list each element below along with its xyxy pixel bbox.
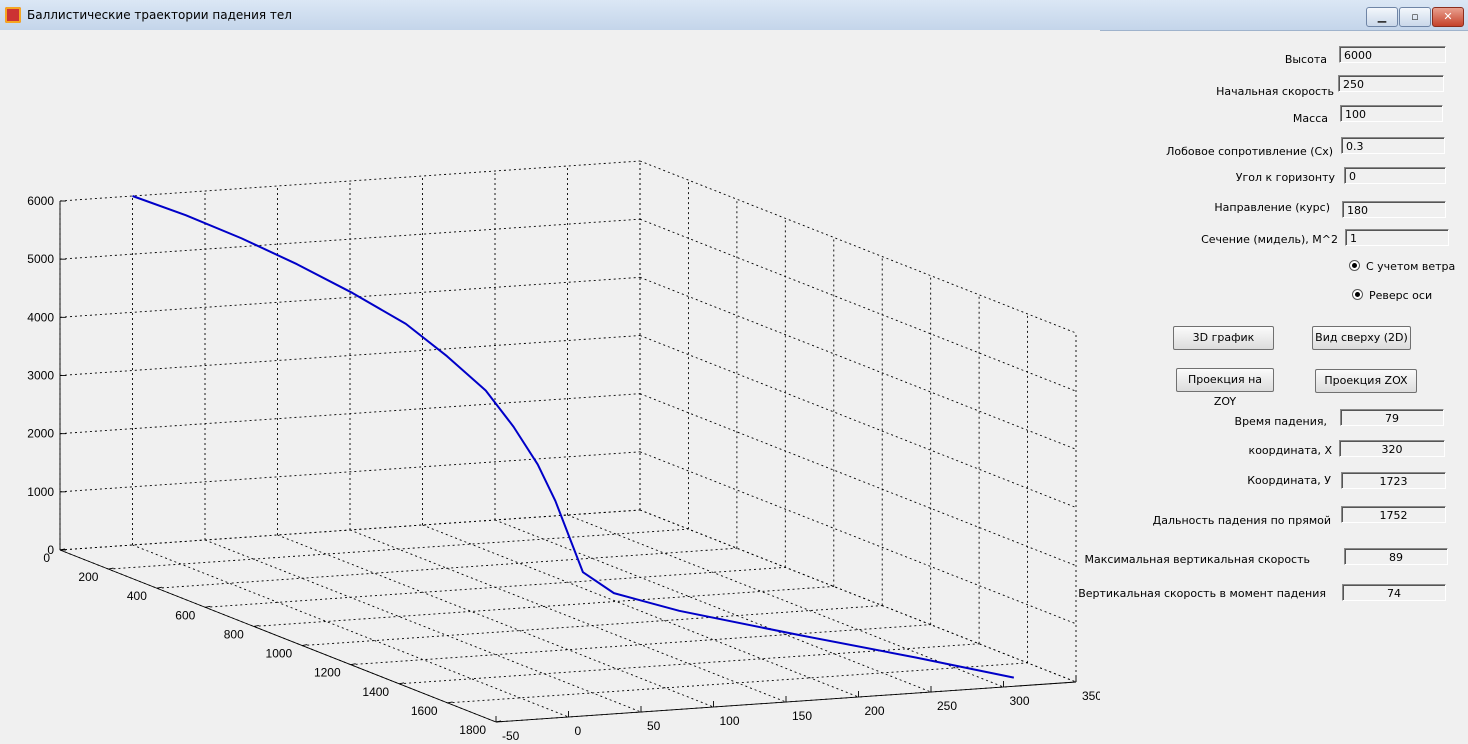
trajectory-3d-plot[interactable]: 0 1000 2000 3000 4000 5000 6000 0 200 400 600 800 10… xyxy=(0,30,1100,744)
drag-coefficient-field[interactable]: 0.3 xyxy=(1341,137,1445,154)
projection-zox-button[interactable]: Проекция ZOX xyxy=(1315,369,1417,393)
max-vertical-speed-field: 89 xyxy=(1344,548,1448,565)
fall-time-label: Время падения, xyxy=(1234,415,1327,428)
y-tick-label: 1800 xyxy=(459,723,486,737)
top-view-button[interactable]: Вид сверху (2D) xyxy=(1312,326,1411,350)
drag-coefficient-label: Лобовое сопротивление (Cx) xyxy=(1166,145,1333,158)
x-tick-label: 250 xyxy=(937,699,957,713)
x-tick-label: 0 xyxy=(575,724,582,738)
mass-field[interactable]: 100 xyxy=(1340,105,1443,122)
y-tick-mark xyxy=(447,701,453,704)
height-field[interactable]: 6000 xyxy=(1339,46,1446,63)
x-tick-label: 100 xyxy=(720,714,740,728)
side-wall-grid-line xyxy=(639,335,1077,508)
course-field[interactable]: 180 xyxy=(1342,201,1446,218)
max-vertical-speed-label: Максимальная вертикальная скорость xyxy=(1084,553,1310,566)
y-tick-label: 0 xyxy=(43,551,50,565)
y-tick-label: 1400 xyxy=(362,685,389,699)
y-tick-mark xyxy=(108,567,114,570)
back-wall-grid-line xyxy=(59,451,641,493)
coord-y-label: Координата, У xyxy=(1247,474,1331,487)
z-tick-label: 4000 xyxy=(27,310,54,324)
y-tick-label: 1200 xyxy=(314,666,341,680)
coord-y-field: 1723 xyxy=(1341,472,1446,489)
x-tick-label: 150 xyxy=(792,709,812,723)
window-title: Баллистические траектории падения тел xyxy=(27,8,292,22)
floor-grid-line xyxy=(350,624,931,666)
y-tick-label: 1600 xyxy=(411,704,438,718)
axis-reverse-radio-dot[interactable] xyxy=(1352,289,1363,300)
side-wall-grid-line xyxy=(639,218,1077,392)
y-tick-mark xyxy=(205,605,211,608)
impact-vertical-speed-label: Вертикальная скорость в момент падения xyxy=(1078,587,1326,600)
x-tick-label: 350 xyxy=(1082,689,1100,703)
side-wall-grid-line xyxy=(639,393,1077,567)
y-tick-mark xyxy=(156,586,162,589)
coord-x-field: 320 xyxy=(1339,440,1445,457)
side-wall-grid-line xyxy=(639,509,1077,683)
fall-distance-field: 1752 xyxy=(1341,506,1446,523)
horizon-angle-label: Угол к горизонту xyxy=(1235,171,1335,184)
y-tick-label: 600 xyxy=(175,608,195,622)
floor-grid-line xyxy=(277,534,714,708)
x-tick-label: 300 xyxy=(1010,694,1030,708)
side-wall-grid-line xyxy=(639,276,1077,450)
wind-option[interactable]: С учетом ветра xyxy=(1349,260,1455,273)
z-tick-label: 1000 xyxy=(27,485,54,499)
floor-grid-line xyxy=(204,539,642,713)
y-tick-label: 400 xyxy=(127,589,147,603)
x-tick-label: 50 xyxy=(647,719,661,733)
floor-grid-line xyxy=(156,547,737,589)
fall-distance-label: Дальность падения по прямой xyxy=(1152,514,1331,527)
axis-reverse-option-label: Реверс оси xyxy=(1369,289,1433,302)
y-tick-mark xyxy=(350,663,356,666)
floor-grid-line xyxy=(253,585,834,627)
z-tick-label: 5000 xyxy=(27,252,54,266)
floor-grid-line xyxy=(399,643,980,685)
y-tick-label: 200 xyxy=(78,570,98,584)
y-tick-mark xyxy=(302,644,308,646)
floor-grid-line xyxy=(422,524,859,698)
z-tick-label: 2000 xyxy=(27,427,54,441)
initial-speed-label: Начальная скорость xyxy=(1216,85,1334,98)
y-axis-line xyxy=(59,549,497,723)
maximize-button[interactable]: ▫ xyxy=(1399,7,1431,27)
mass-label: Масса xyxy=(1292,112,1328,125)
x-tick-label: -50 xyxy=(502,729,520,743)
floor-grid-line xyxy=(494,519,932,693)
matlab-app-icon xyxy=(5,7,21,23)
wind-radio-dot[interactable] xyxy=(1349,260,1360,271)
z-tick-label: 6000 xyxy=(27,194,54,208)
cross-section-field[interactable]: 1 xyxy=(1345,229,1449,246)
fall-time-field: 79 xyxy=(1340,409,1444,426)
y-tick-label: 800 xyxy=(224,627,244,641)
side-wall-grid-line xyxy=(639,160,1077,334)
cross-section-label: Сечение (мидель), М^2 xyxy=(1201,233,1338,246)
initial-speed-field[interactable]: 250 xyxy=(1338,75,1444,92)
floor-grid-line xyxy=(349,529,787,703)
close-button[interactable]: ✕ xyxy=(1432,7,1464,27)
y-tick-label: 1000 xyxy=(266,647,293,661)
coord-x-label: координата, X xyxy=(1248,444,1332,457)
wind-option-label: С учетом ветра xyxy=(1366,260,1456,273)
y-tick-mark xyxy=(399,682,405,685)
projection-zoy-button[interactable]: Проекция на ZOY xyxy=(1176,368,1274,408)
impact-vertical-speed-field: 74 xyxy=(1342,584,1446,601)
floor-grid-line xyxy=(108,528,689,570)
x-tick-label: 200 xyxy=(865,704,885,718)
horizon-angle-field[interactable]: 0 xyxy=(1344,167,1446,184)
y-tick-mark xyxy=(253,625,259,627)
minimize-button[interactable]: ▁ xyxy=(1366,7,1398,27)
course-label: Направление (курс) xyxy=(1214,201,1330,214)
height-label: Высота xyxy=(1284,53,1327,66)
plot-3d-button[interactable]: 3D график xyxy=(1173,326,1274,350)
z-tick-label: 3000 xyxy=(27,369,54,383)
window-titlebar: Баллистические траектории падения тел ▁ … xyxy=(0,0,1468,31)
side-wall-grid-line xyxy=(639,451,1077,625)
axis-reverse-option[interactable]: Реверс оси xyxy=(1352,289,1432,302)
floor-grid-line xyxy=(132,544,569,718)
